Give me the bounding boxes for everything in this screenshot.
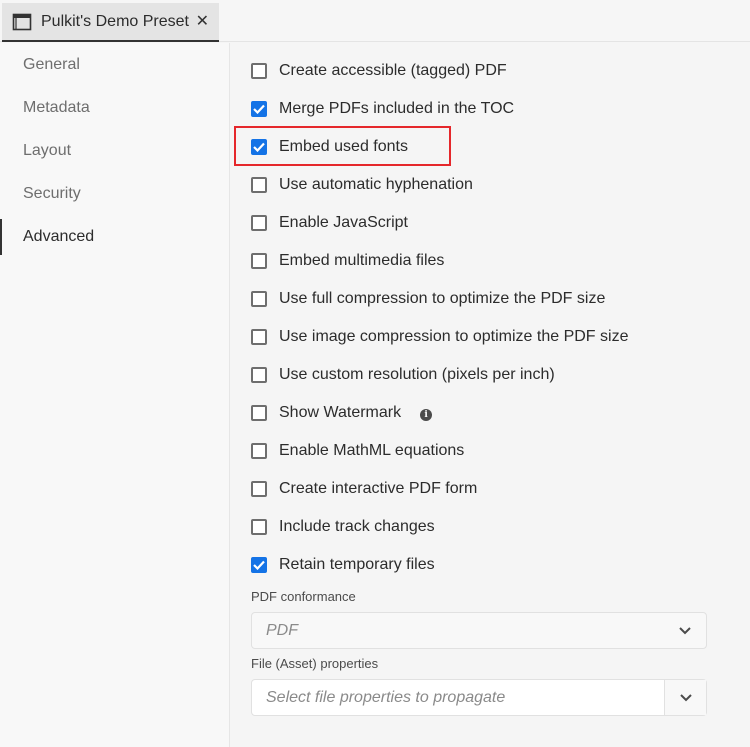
- option-row[interactable]: Enable MathML equations: [251, 439, 464, 463]
- option-row[interactable]: Use custom resolution (pixels per inch): [251, 363, 555, 387]
- option-label: Create accessible (tagged) PDF: [279, 62, 507, 79]
- option-row[interactable]: Use full compression to optimize the PDF…: [251, 287, 605, 311]
- asset-properties-input[interactable]: Select file properties to propagate: [251, 679, 707, 716]
- asset-properties-label: File (Asset) properties: [251, 656, 379, 671]
- checkbox[interactable]: [251, 405, 267, 421]
- option-label: Enable JavaScript: [279, 214, 408, 231]
- tab-bar: Pulkit's Demo Preset ✕: [0, 0, 750, 42]
- option-label: Use automatic hyphenation: [279, 176, 473, 193]
- asset-properties-placeholder: Select file properties to propagate: [266, 688, 506, 706]
- option-label: Retain temporary files: [279, 556, 435, 573]
- checkbox[interactable]: [251, 443, 267, 459]
- option-row[interactable]: Show Watermark i: [251, 401, 433, 425]
- option-row[interactable]: Merge PDFs included in the TOC: [251, 97, 514, 121]
- checkbox[interactable]: [251, 367, 267, 383]
- sidebar: General Metadata Layout Security Advanced: [0, 43, 230, 747]
- sidebar-item-metadata[interactable]: Metadata: [0, 90, 228, 126]
- checkbox[interactable]: [251, 557, 267, 573]
- chevron-down-icon[interactable]: [664, 680, 706, 715]
- tab-preset[interactable]: Pulkit's Demo Preset ✕: [2, 3, 219, 42]
- option-label: Enable MathML equations: [279, 442, 465, 459]
- checkbox[interactable]: [251, 329, 267, 345]
- pdf-conformance-label: PDF conformance: [251, 589, 356, 604]
- checkbox[interactable]: [251, 139, 267, 155]
- chevron-down-icon[interactable]: [664, 613, 706, 648]
- option-label: Use image compression to optimize the PD…: [279, 328, 629, 345]
- option-row[interactable]: Use image compression to optimize the PD…: [251, 325, 628, 349]
- option-row[interactable]: Include track changes: [251, 515, 435, 539]
- checkbox[interactable]: [251, 63, 267, 79]
- checkbox[interactable]: [251, 519, 267, 535]
- pdf-conformance-value: PDF: [266, 621, 298, 639]
- sidebar-item-security[interactable]: Security: [0, 176, 228, 212]
- checkmark-icon: [253, 142, 265, 152]
- checkmark-icon: [253, 560, 265, 570]
- checkbox[interactable]: [251, 481, 267, 497]
- option-label: Embed multimedia files: [279, 252, 445, 269]
- checkbox[interactable]: [251, 177, 267, 193]
- sidebar-item-general[interactable]: General: [0, 47, 228, 83]
- option-row[interactable]: Create accessible (tagged) PDF: [251, 59, 507, 83]
- checkbox[interactable]: [251, 291, 267, 307]
- advanced-panel: PDF conformance PDF File (Asset) propert…: [231, 43, 750, 747]
- option-label: Use full compression to optimize the PDF…: [279, 290, 606, 307]
- checkbox[interactable]: [251, 215, 267, 231]
- info-icon[interactable]: i: [420, 408, 433, 421]
- option-label: Show Watermark: [279, 404, 402, 421]
- option-label: Use custom resolution (pixels per inch): [279, 366, 555, 383]
- close-icon[interactable]: ✕: [196, 11, 209, 31]
- checkmark-icon: [253, 104, 265, 114]
- sidebar-item-advanced[interactable]: Advanced: [0, 219, 228, 255]
- checkbox[interactable]: [251, 253, 267, 269]
- sidebar-item-layout[interactable]: Layout: [0, 133, 228, 169]
- pdf-conformance-select[interactable]: PDF: [251, 612, 707, 649]
- checkbox[interactable]: [251, 101, 267, 117]
- option-row[interactable]: Retain temporary files: [251, 553, 435, 577]
- window-icon: [12, 13, 32, 30]
- option-label: Create interactive PDF form: [279, 480, 478, 497]
- option-label: Embed used fonts: [279, 138, 408, 155]
- option-row[interactable]: Embed multimedia files: [251, 249, 444, 273]
- option-row[interactable]: Embed used fonts: [251, 135, 408, 159]
- option-row[interactable]: Use automatic hyphenation: [251, 173, 473, 197]
- option-row[interactable]: Enable JavaScript: [251, 211, 408, 235]
- option-label: Merge PDFs included in the TOC: [279, 100, 515, 117]
- option-row[interactable]: Create interactive PDF form: [251, 477, 477, 501]
- tab-title: Pulkit's Demo Preset: [41, 12, 189, 30]
- option-label: Include track changes: [279, 518, 435, 535]
